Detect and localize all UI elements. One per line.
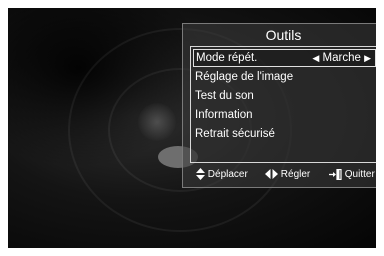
hint-exit-label: Quitter [344,169,375,180]
menu-item-repeat-mode[interactable]: Mode répét. ◀ Marche ▶ [193,49,376,67]
menu-footer: Déplacer Régler Quitter [183,165,376,185]
repeat-mode-value-text: Marche [322,52,361,64]
hint-adjust: Régler [265,165,310,185]
menu-list: Mode répét. ◀ Marche ▶ Réglage de l'imag… [190,46,376,163]
menu-item-picture-settings[interactable]: Réglage de l'image [193,68,376,86]
hint-exit: Quitter [329,165,375,185]
menu-item-label: Mode répét. [196,52,258,64]
tv-screen: Outils Mode répét. ◀ Marche ▶ Réglage de… [8,8,376,248]
menu-item-label: Information [195,109,253,121]
arrow-right-icon[interactable]: ▶ [364,50,371,66]
up-down-arrow-icon [196,168,205,181]
background-light-orb [138,103,176,141]
menu-item-sound-test[interactable]: Test du son [193,87,376,105]
left-right-arrow-icon [265,169,278,180]
hint-adjust-label: Régler [280,169,311,180]
arrow-left-icon[interactable]: ◀ [312,50,319,66]
repeat-mode-value[interactable]: ◀ Marche ▶ [312,50,371,66]
menu-item-label: Réglage de l'image [195,71,294,83]
menu-title: Outils [265,27,302,43]
menu-item-label: Test du son [195,90,254,102]
menu-item-information[interactable]: Information [193,106,376,124]
menu-item-label: Retrait sécurisé [195,128,275,140]
tools-menu-panel: Outils Mode répét. ◀ Marche ▶ Réglage de… [182,23,376,188]
exit-icon [329,168,342,180]
hint-move-label: Déplacer [207,169,248,180]
hint-move: Déplacer [196,165,248,185]
menu-item-safe-remove[interactable]: Retrait sécurisé [193,125,376,143]
